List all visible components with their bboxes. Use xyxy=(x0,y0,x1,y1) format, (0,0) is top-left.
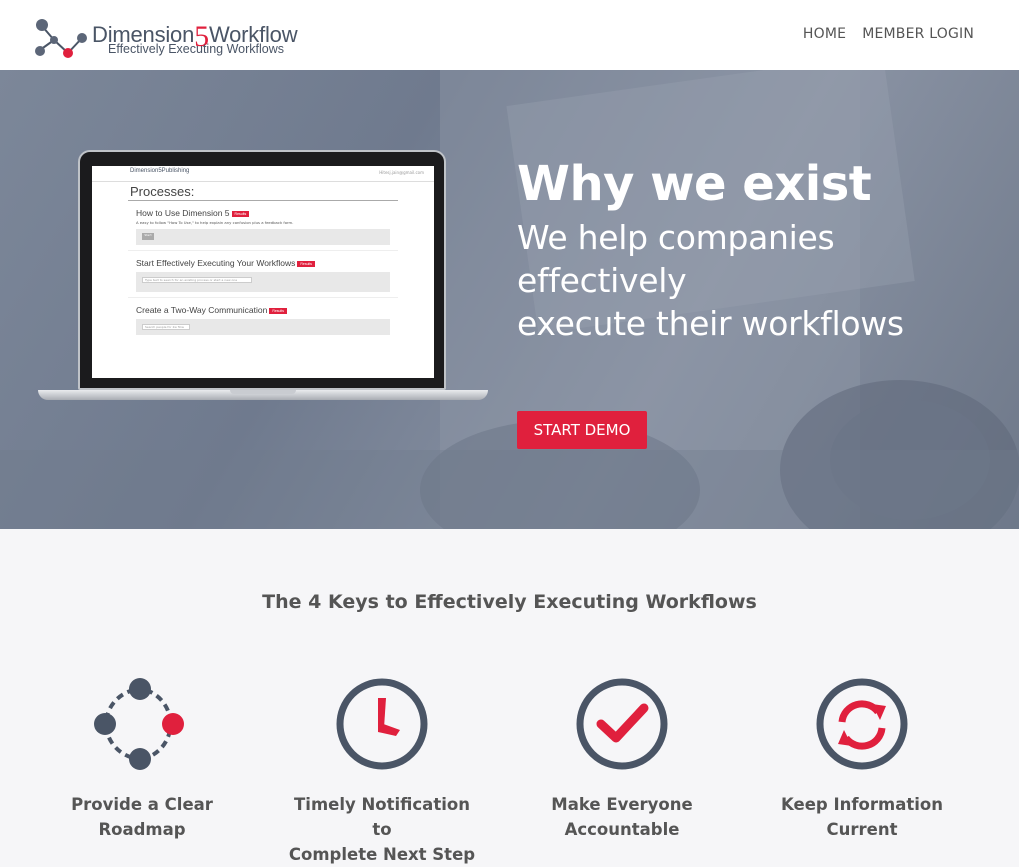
main-nav: HOME MEMBER LOGIN xyxy=(803,26,974,42)
mini-section-box: Type text to search for an existing proc… xyxy=(136,272,390,292)
nav-member-login-link[interactable]: MEMBER LOGIN xyxy=(862,26,974,42)
mini-search-input: Type text to search for an existing proc… xyxy=(142,277,252,283)
mini-page-title: Processes: xyxy=(128,183,398,201)
mini-section: Start Effectively Executing Your Workflo… xyxy=(128,251,398,298)
molecule-logo-icon xyxy=(35,19,87,58)
mini-section-title: Create a Two-Way Communication xyxy=(136,305,268,315)
mini-section: Create a Two-Way Communication Results Se… xyxy=(128,298,398,340)
mini-results-badge: Results xyxy=(231,210,250,217)
laptop-mockup: Dimension5Publishing Hitesj.jain@gmail.c… xyxy=(38,150,488,410)
laptop-screen-frame: Dimension5Publishing Hitesj.jain@gmail.c… xyxy=(78,150,446,390)
refresh-icon xyxy=(816,678,908,770)
checkmark-icon xyxy=(576,678,668,770)
key-item-roadmap: Provide a Clear Roadmap xyxy=(42,676,242,842)
mini-app-body: Processes: How to Use Dimension 5 Results… xyxy=(128,183,398,340)
mini-user-text: Hitesj.jain@gmail.com xyxy=(379,170,424,175)
mini-results-badge: Results xyxy=(297,260,316,267)
mini-section-desc: A easy to follow "How To Use," to help e… xyxy=(136,220,294,225)
key-label: Keep Information Current xyxy=(781,795,943,839)
mini-section-title: How to Use Dimension 5 xyxy=(136,208,230,218)
mini-section-box: Start xyxy=(136,229,390,245)
laptop-notch xyxy=(230,390,296,394)
hero-subtitle-line: execute their workflows xyxy=(517,304,904,343)
mini-start-button: Start xyxy=(142,233,154,240)
key-item-notification: Timely Notification to Complete Next Step xyxy=(282,676,482,867)
mini-app-header: Dimension5Publishing Hitesj.jain@gmail.c… xyxy=(92,166,434,182)
start-demo-button[interactable]: START DEMO xyxy=(517,411,647,449)
roadmap-icon xyxy=(94,678,184,770)
key-label: Provide a Clear Roadmap xyxy=(71,795,213,839)
hero-subtitle-line: effectively xyxy=(517,261,687,300)
hero-subtitle-line: We help companies xyxy=(517,218,835,257)
key-label: Timely Notification to Complete Next Step xyxy=(288,795,476,864)
clock-icon xyxy=(336,678,428,770)
key-label: Make Everyone Accountable xyxy=(551,795,693,839)
logo-tagline: Effectively Executing Workflows xyxy=(108,42,284,56)
hero-subtitle: We help companies effectively execute th… xyxy=(517,216,987,345)
mini-search-input: Search people for 2w flow xyxy=(142,324,190,330)
keys-heading: The 4 Keys to Effectively Executing Work… xyxy=(262,591,757,613)
hero-section: Dimension5Publishing Hitesj.jain@gmail.c… xyxy=(0,70,1019,529)
key-item-accountable: Make Everyone Accountable xyxy=(522,676,722,842)
mini-results-badge: Results xyxy=(269,307,287,314)
mini-logo: Dimension5Publishing xyxy=(130,168,190,174)
mini-section-title: Start Effectively Executing Your Workflo… xyxy=(136,258,296,268)
laptop-screen: Dimension5Publishing Hitesj.jain@gmail.c… xyxy=(92,166,434,378)
site-logo[interactable]: Dimension5Workflow Effectively Executing… xyxy=(32,14,302,60)
mini-section-box: Search people for 2w flow xyxy=(136,319,390,335)
hero-title: Why we exist xyxy=(517,156,872,212)
site-header: Dimension5Workflow Effectively Executing… xyxy=(0,0,1019,70)
mini-section: How to Use Dimension 5 Results A easy to … xyxy=(128,201,398,251)
nav-home-link[interactable]: HOME xyxy=(803,26,846,42)
hero-text: Why we exist We help companies effective… xyxy=(517,154,987,345)
key-item-current: Keep Information Current xyxy=(762,676,962,842)
